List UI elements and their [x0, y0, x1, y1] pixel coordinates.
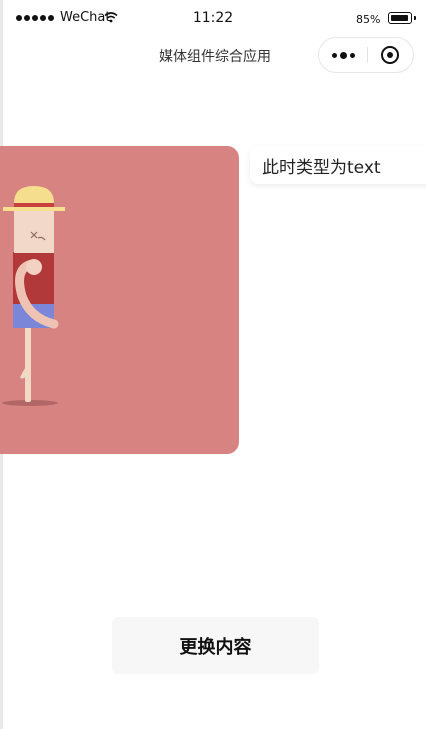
page: WeChat 11:22 85% 媒体组件综合应用 此时类型为text 更换内容: [0, 0, 426, 729]
content-type-label: 此时类型为text: [250, 146, 426, 184]
illustration-image: [2, 186, 65, 406]
image-card[interactable]: [0, 146, 239, 454]
more-dots-icon[interactable]: [319, 38, 367, 72]
battery-icon: [388, 12, 416, 24]
change-content-button[interactable]: 更换内容: [112, 617, 319, 674]
mini-program-close-icon[interactable]: [367, 38, 413, 72]
battery-percentage: 85%: [356, 13, 381, 26]
status-bar: WeChat 11:22 85%: [0, 0, 426, 38]
menu-capsule: [318, 37, 414, 73]
